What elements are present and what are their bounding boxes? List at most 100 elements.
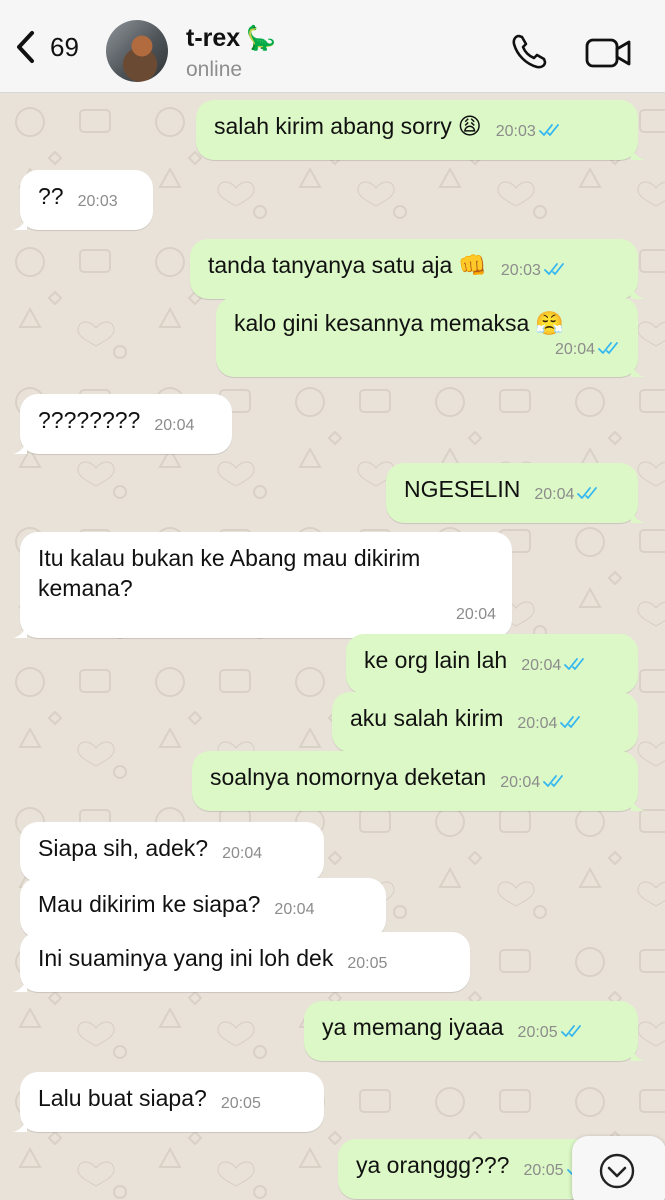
message-text: salah kirim abang sorry	[214, 113, 452, 139]
message-text: soalnya nomornya deketan	[210, 764, 487, 790]
read-receipt-icon	[577, 487, 598, 499]
message-time: 20:04	[500, 774, 541, 791]
avatar[interactable]	[106, 20, 168, 82]
incoming-message[interactable]: ???????? 20:04	[13, 394, 232, 454]
bubble-tail	[13, 976, 27, 992]
bubble-tail	[631, 795, 645, 811]
chat-area[interactable]: salah kirim abang sorry 😩 20:03?? 20:03 tand…	[0, 92, 665, 1200]
message-meta: 20:04	[521, 651, 588, 681]
message-meta: 20:03	[501, 256, 568, 286]
chat-header: 69 t-rex 🦕 online	[0, 0, 665, 93]
outgoing-message[interactable]: salah kirim abang sorry 😩 20:03	[196, 100, 645, 160]
message-bubble: salah kirim abang sorry 😩 20:03	[196, 100, 645, 160]
incoming-message[interactable]: Lalu buat siapa? 20:05	[13, 1072, 324, 1132]
message-text: ????????	[38, 407, 141, 433]
message-bubble: ya memang iyaaa 20:05	[304, 1001, 645, 1061]
message-time: 20:04	[521, 657, 562, 674]
unread-count: 69	[50, 31, 79, 62]
message-text: tanda tanyanya satu aja	[208, 252, 453, 278]
dinosaur-emoji: 🦕	[246, 25, 277, 52]
incoming-message[interactable]: Itu kalau bukan ke Abang mau dikirim kem…	[13, 532, 512, 638]
message-text: ??	[38, 183, 64, 209]
bubble-tail	[631, 1045, 645, 1061]
message-emoji: 👊	[458, 252, 487, 278]
phone-icon[interactable]	[510, 33, 548, 71]
message-meta: 20:04	[234, 340, 622, 360]
message-meta: 20:03	[78, 187, 118, 217]
message-text: ya oranggg???	[356, 1152, 510, 1178]
message-emoji: 😤	[535, 310, 564, 336]
read-receipt-icon	[538, 124, 559, 136]
incoming-message[interactable]: ?? 20:03	[13, 170, 153, 230]
back-button[interactable]: 69	[14, 30, 79, 64]
bubble-tail	[631, 361, 645, 377]
message-time: 20:03	[77, 193, 118, 210]
message-meta: 20:05	[221, 1089, 261, 1119]
message-meta: 20:04	[38, 605, 496, 625]
read-receipt-icon	[544, 263, 564, 275]
outgoing-message[interactable]: aku salah kirim 20:04	[332, 692, 638, 752]
message-meta: 20:03	[496, 117, 563, 147]
read-receipt-icon	[560, 716, 581, 728]
read-receipt-icon	[598, 342, 618, 354]
message-bubble: tanda tanyanya satu aja 👊 20:03	[190, 239, 645, 299]
contact-name: t-rex	[186, 24, 241, 52]
message-time: 20:05	[517, 1024, 558, 1041]
message-time: 20:04	[517, 715, 558, 732]
message-bubble: Mau dikirim ke siapa? 20:04	[20, 878, 386, 938]
message-bubble: ?? 20:03	[13, 170, 153, 230]
contact-status: online	[186, 58, 243, 81]
message-meta: 20:04	[534, 480, 601, 510]
message-bubble: Lalu buat siapa? 20:05	[13, 1072, 324, 1132]
message-time: 20:04	[554, 341, 595, 358]
bubble-tail	[631, 144, 645, 160]
message-time: 20:04	[534, 486, 575, 503]
outgoing-message[interactable]: tanda tanyanya satu aja 👊 20:03	[190, 239, 645, 299]
message-text: ke org lain lah	[364, 647, 508, 673]
scroll-to-bottom-button[interactable]	[572, 1136, 665, 1200]
message-text: aku salah kirim	[350, 705, 504, 731]
outgoing-message[interactable]: ke org lain lah 20:04	[346, 634, 638, 694]
read-receipt-icon	[564, 658, 585, 670]
contact-name-area[interactable]: t-rex 🦕	[186, 24, 276, 53]
read-receipt-icon	[560, 1025, 581, 1037]
message-bubble: Siapa sih, adek? 20:04	[20, 822, 324, 882]
bubble-tail	[631, 507, 645, 523]
message-bubble: Itu kalau bukan ke Abang mau dikirim kem…	[13, 532, 512, 638]
read-receipt-icon	[543, 775, 564, 787]
message-bubble: ???????? 20:04	[13, 394, 232, 454]
outgoing-message[interactable]: kalo gini kesannya memaksa 😤 20:04	[216, 297, 645, 377]
message-time: 20:04	[154, 417, 195, 434]
message-text: Itu kalau bukan ke Abang mau dikirim kem…	[38, 545, 421, 601]
outgoing-message[interactable]: soalnya nomornya deketan 20:04	[192, 751, 645, 811]
message-bubble: soalnya nomornya deketan 20:04	[192, 751, 645, 811]
message-time: 20:05	[220, 1095, 261, 1112]
outgoing-message[interactable]: NGESELIN 20:04	[386, 463, 645, 523]
message-bubble: aku salah kirim 20:04	[332, 692, 638, 752]
chevron-left-icon	[17, 31, 34, 63]
message-meta: 20:05	[518, 1018, 585, 1048]
bubble-tail	[13, 438, 27, 454]
message-meta: 20:04	[154, 411, 194, 441]
message-text: ya memang iyaaa	[322, 1014, 504, 1040]
message-meta: 20:04	[222, 839, 262, 869]
message-time: 20:05	[347, 955, 388, 972]
incoming-message[interactable]: Ini suaminya yang ini loh dek 20:05	[13, 932, 470, 992]
message-bubble: ke org lain lah 20:04	[346, 634, 638, 694]
message-meta: 20:05	[347, 949, 387, 979]
message-time: 20:03	[500, 262, 541, 279]
incoming-message[interactable]: Siapa sih, adek? 20:04	[20, 822, 324, 882]
chevron-down-circle-icon	[599, 1153, 635, 1189]
message-meta: 20:04	[274, 895, 314, 925]
incoming-message[interactable]: Mau dikirim ke siapa? 20:04	[20, 878, 386, 938]
message-time: 20:04	[455, 606, 496, 623]
message-time: 20:04	[274, 901, 315, 918]
outgoing-message[interactable]: ya memang iyaaa 20:05	[304, 1001, 645, 1061]
bubble-tail	[13, 1116, 27, 1132]
message-text: Lalu buat siapa?	[38, 1085, 207, 1111]
message-text: Mau dikirim ke siapa?	[38, 891, 261, 917]
message-text: Siapa sih, adek?	[38, 835, 209, 861]
message-bubble: Ini suaminya yang ini loh dek 20:05	[13, 932, 470, 992]
message-text: NGESELIN	[404, 476, 521, 502]
video-camera-icon[interactable]	[585, 36, 631, 70]
